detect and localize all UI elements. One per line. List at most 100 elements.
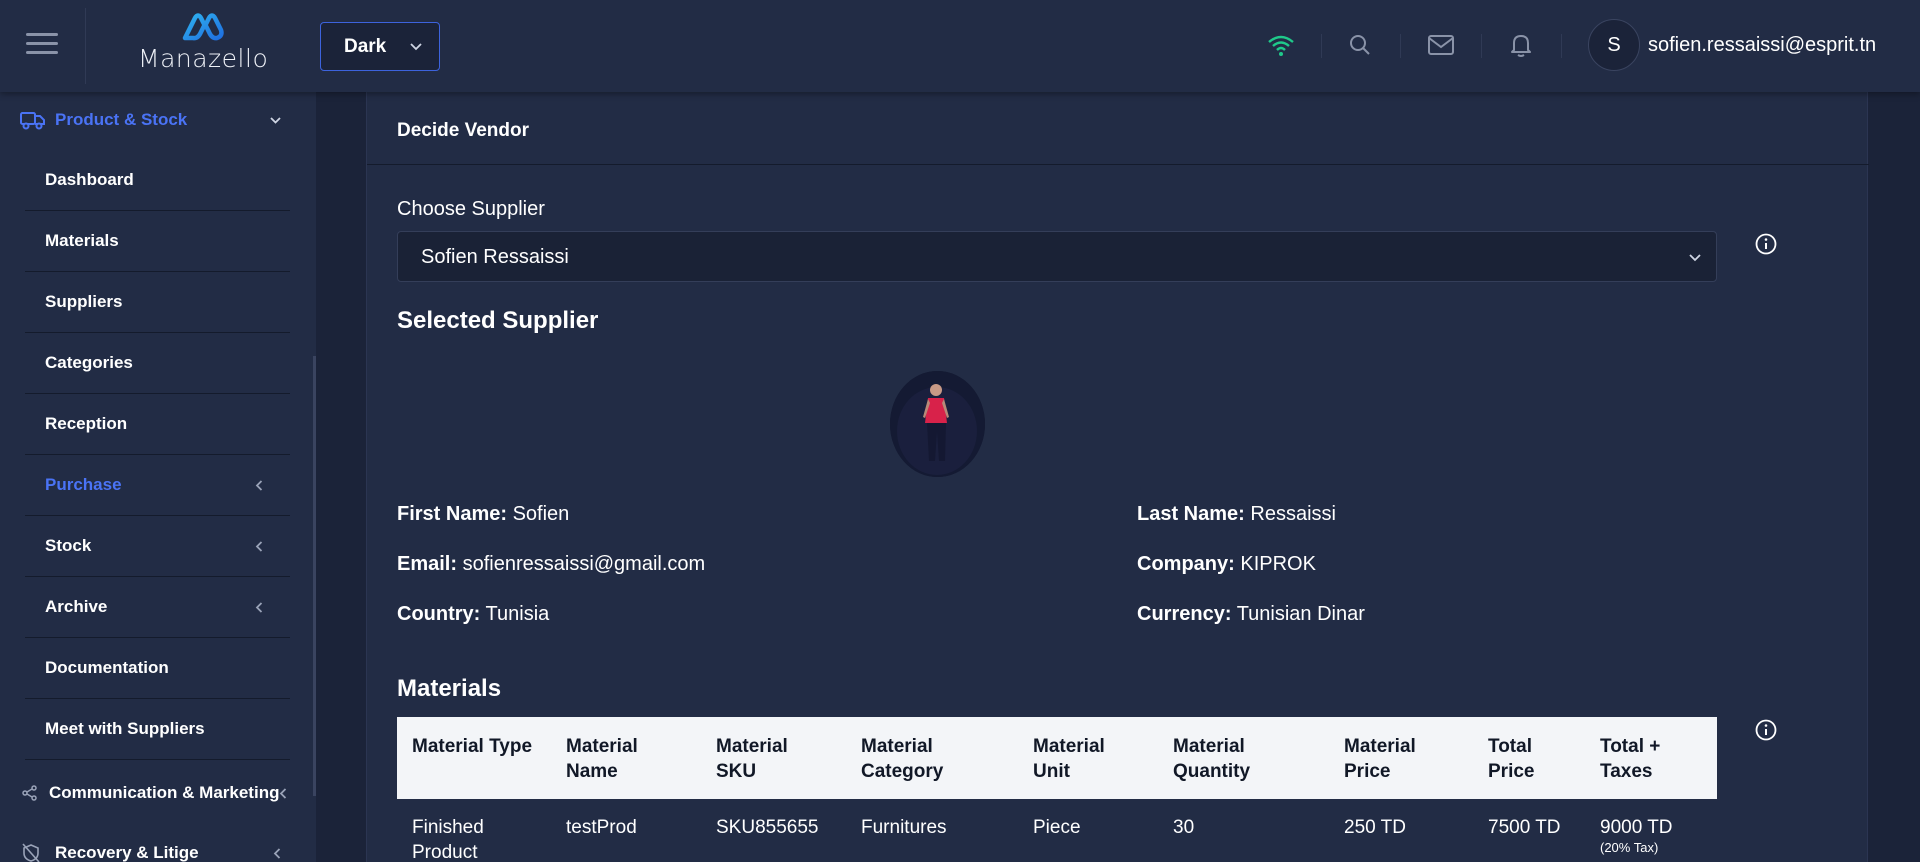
sidebar-item-label: Reception <box>45 414 128 433</box>
chevron-left-icon <box>255 541 263 552</box>
column-header: Material Category <box>846 717 1018 799</box>
app-logo[interactable]: Manazello <box>138 12 268 82</box>
detail-label: Company: <box>1137 553 1235 575</box>
tax-note: (20% Tax) <box>1600 840 1659 855</box>
table-cell: Piece <box>1033 817 1081 838</box>
table-cell: SKU855655 <box>716 817 819 838</box>
sidebar-item-meet-with-suppliers[interactable]: Meet with Suppliers <box>25 699 290 760</box>
sidebar-item-dashboard[interactable]: Dashboard <box>25 150 290 211</box>
theme-select-value: Dark <box>344 35 387 57</box>
user-email[interactable]: sofien.ressaissi@esprit.tn <box>1648 34 1876 57</box>
last-name-value: Ressaissi <box>1250 503 1336 525</box>
theme-select[interactable]: Dark <box>320 22 440 71</box>
sidebar-section-communication[interactable]: Communication & Marketing <box>0 771 300 815</box>
table-cell: testProd <box>566 817 637 838</box>
materials-table: Material Type Material Name Material SKU… <box>397 717 1717 862</box>
chevron-left-icon <box>255 480 263 491</box>
divider <box>85 8 86 84</box>
table-cell: Furnitures <box>861 817 947 838</box>
sidebar-item-materials[interactable]: Materials <box>25 211 290 272</box>
chevron-down-icon <box>1689 254 1701 262</box>
avatar[interactable]: S <box>1588 19 1640 71</box>
sidebar-section-recovery[interactable]: Recovery & Litige <box>0 831 300 862</box>
first-name-field: First Name: Sofien <box>397 503 569 526</box>
menu-icon[interactable] <box>26 33 58 59</box>
company-field: Company: KIPROK <box>1137 553 1316 576</box>
sidebar-item-purchase[interactable]: Purchase <box>25 455 290 516</box>
table-cell: Finished Product <box>412 817 484 862</box>
sidebar-item-label: Purchase <box>45 475 122 494</box>
table-header-row: Material Type Material Name Material SKU… <box>397 717 1717 799</box>
choose-supplier-label: Choose Supplier <box>397 198 545 220</box>
bell-icon[interactable] <box>1506 30 1536 60</box>
sidebar-item-label: Archive <box>45 597 108 616</box>
sidebar-section-label: Recovery & Litige <box>55 843 199 862</box>
currency-field: Currency: Tunisian Dinar <box>1137 603 1365 626</box>
table-cell: 7500 TD <box>1488 817 1561 838</box>
country-value: Tunisia <box>485 603 550 625</box>
info-icon[interactable] <box>1754 232 1778 256</box>
detail-label: Last Name: <box>1137 503 1245 525</box>
column-header: Material Unit <box>1018 717 1158 799</box>
chevron-left-icon <box>273 847 281 859</box>
card-title: Decide Vendor <box>397 120 529 141</box>
sidebar-item-documentation[interactable]: Documentation <box>25 638 290 699</box>
divider <box>1321 34 1322 58</box>
email-value: sofienressaissi@gmail.com <box>462 553 706 575</box>
mail-icon[interactable] <box>1426 30 1456 60</box>
email-field: Email: sofienressaissi@gmail.com <box>397 553 705 576</box>
currency-value: Tunisian Dinar <box>1236 603 1365 625</box>
country-field: Country: Tunisia <box>397 603 549 626</box>
decide-vendor-card: Decide Vendor Choose Supplier Sofien Res… <box>366 92 1869 862</box>
avatar-initial: S <box>1607 33 1621 56</box>
logo-text: Manazello <box>138 44 269 73</box>
detail-label: First Name: <box>397 503 508 525</box>
sidebar-item-archive[interactable]: Archive <box>25 577 290 638</box>
sidebar-item-label: Materials <box>45 231 119 250</box>
divider <box>1481 34 1482 58</box>
sidebar-item-label: Stock <box>45 536 92 555</box>
table-row: Finished Product testProd SKU855655 Furn… <box>397 799 1717 862</box>
info-icon[interactable] <box>1754 718 1778 742</box>
sidebar-item-label: Dashboard <box>45 170 134 189</box>
detail-label: Email: <box>397 553 458 575</box>
truck-icon <box>20 112 45 130</box>
column-header: Total + Taxes <box>1585 717 1717 799</box>
sidebar-item-label: Suppliers <box>45 292 123 311</box>
sidebar-item-label: Categories <box>45 353 133 372</box>
share-icon <box>22 785 37 801</box>
chevron-down-icon <box>410 43 422 51</box>
column-header: Total Price <box>1473 717 1585 799</box>
sidebar-item-reception[interactable]: Reception <box>25 394 290 455</box>
sidebar-scrollbar[interactable] <box>313 356 316 796</box>
last-name-field: Last Name: Ressaissi <box>1137 503 1336 526</box>
supplier-select-value: Sofien Ressaissi <box>421 246 569 268</box>
sidebar-item-suppliers[interactable]: Suppliers <box>25 272 290 333</box>
table-cell: 250 TD <box>1344 817 1406 838</box>
chevron-left-icon <box>255 602 263 613</box>
supplier-select[interactable]: Sofien Ressaissi <box>397 231 1717 282</box>
chevron-down-icon <box>270 116 281 124</box>
supplier-photo <box>890 371 985 477</box>
column-header: Material Type <box>397 717 551 799</box>
materials-title: Materials <box>397 675 502 702</box>
first-name-value: Sofien <box>512 503 570 525</box>
sidebar-section-product-stock[interactable]: Product & Stock <box>0 98 300 142</box>
column-header: Material SKU <box>701 717 846 799</box>
company-value: KIPROK <box>1240 553 1316 575</box>
search-icon[interactable] <box>1345 30 1375 60</box>
sidebar-item-stock[interactable]: Stock <box>25 516 290 577</box>
sidebar-section-label: Product & Stock <box>55 110 188 129</box>
sidebar-item-categories[interactable]: Categories <box>25 333 290 394</box>
card-header: Decide Vendor <box>367 92 1869 165</box>
sidebar: Product & Stock Dashboard Materials Supp… <box>0 92 316 862</box>
divider <box>1561 34 1562 58</box>
wifi-icon <box>1266 30 1296 60</box>
column-header: Material Name <box>551 717 701 799</box>
total-taxes-value: 9000 TD <box>1600 817 1673 838</box>
shield-off-icon <box>22 843 40 862</box>
sidebar-item-label: Documentation <box>45 658 169 677</box>
sidebar-item-label: Meet with Suppliers <box>45 719 205 738</box>
table-cell: 30 <box>1173 817 1195 838</box>
table-cell-total-taxes: 9000 TD (20% Tax) <box>1585 799 1717 862</box>
